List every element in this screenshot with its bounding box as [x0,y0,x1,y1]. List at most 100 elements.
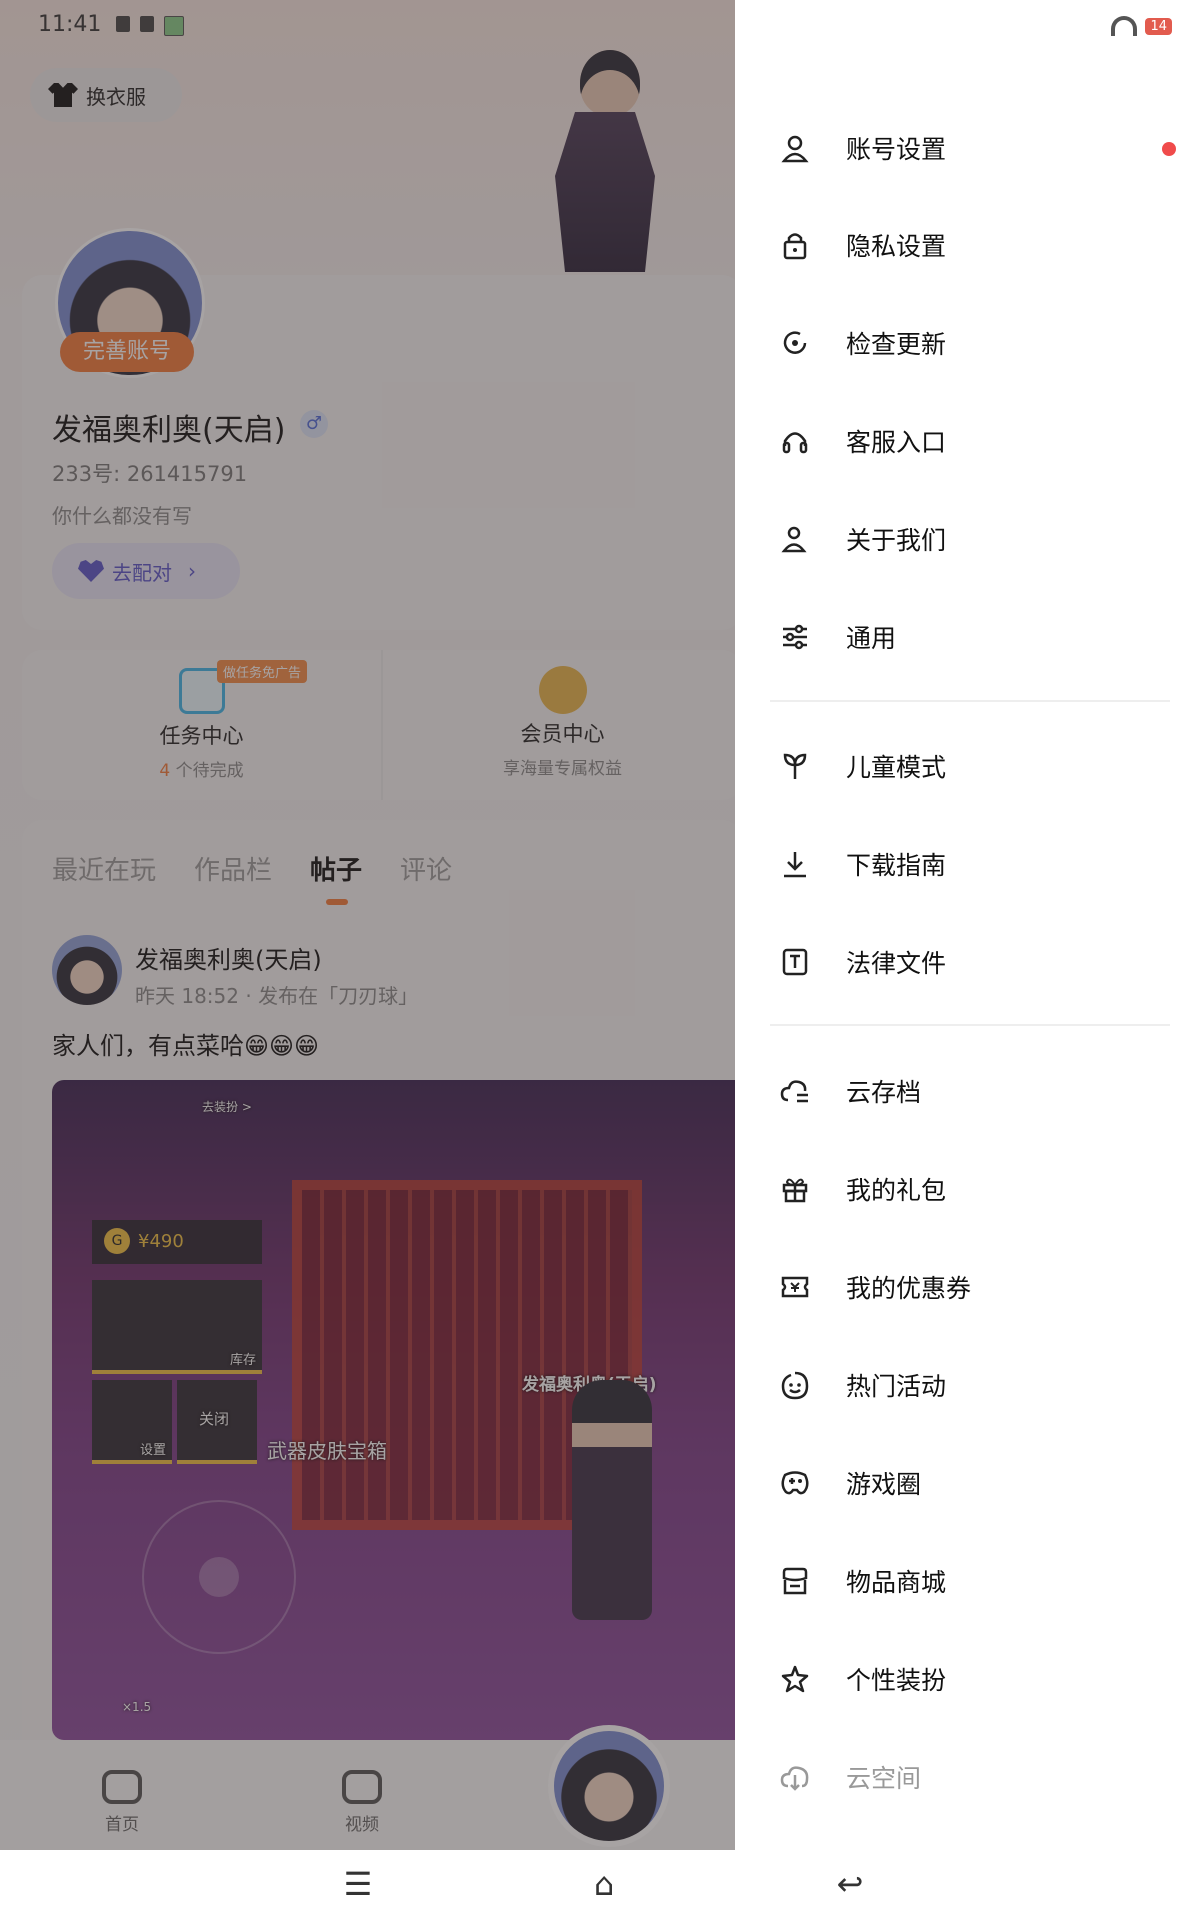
refresh-icon [780,328,810,358]
male-icon: ♂ [300,410,328,438]
back-icon[interactable]: ↩ [830,1866,870,1902]
chat-icon [140,16,154,32]
menu-account-settings[interactable]: 账号设置 [780,118,1180,178]
menu-check-update[interactable]: 检查更新 [780,313,1180,373]
document-t-icon [780,947,810,977]
menu-privacy-settings[interactable]: 隐私设置 [780,215,1180,275]
username: 发福奥利奥(天启) [52,413,286,448]
menu-item-store[interactable]: 物品商城 [780,1551,1180,1611]
tasks-card: 做任务免广告 任务中心 4 个待完成 会员中心 享海量专属权益 [22,650,735,800]
menu-my-gifts[interactable]: 我的礼包 [780,1159,1180,1219]
status-time: 11:41 [38,12,102,37]
menu-cloud-space[interactable]: 云空间 [780,1747,1180,1807]
notification-dot [1162,142,1176,156]
weapon-box-label: 武器皮肤宝箱 [267,1439,387,1463]
game-circle-icon [780,1468,810,1498]
coin-counter: ¥490 [92,1220,262,1264]
user-id: 233号: 261415791 [52,462,248,486]
post-username[interactable]: 发福奥利奥(天启) [135,940,322,975]
person-info-icon [780,524,810,554]
menu-label: 热门活动 [846,1372,947,1401]
menu-label: 物品商城 [846,1568,947,1597]
battery-icon: 14 [1145,17,1172,35]
menu-game-circle[interactable]: 游戏圈 [780,1453,1180,1513]
nav-home[interactable]: 首页 [82,1770,162,1835]
menu-label: 个性装扮 [846,1666,947,1695]
post-time: 昨天 18:52 · 发布在「刀刃球」 [135,984,419,1008]
menu-label: 通用 [846,624,897,653]
post-image[interactable]: ¥490 库存 设置 关闭 武器皮肤宝箱 发福奥利奥(天启) 去装扮 > ×1.… [52,1080,735,1740]
settings-drawer: 14 账号设置 隐私设置 检查更新 客服入口 关于我们 通用 儿童模式 下载指南… [735,0,1200,1850]
menu-label: 下载指南 [846,851,947,880]
menu-label: 账号设置 [846,135,947,164]
avatar-character[interactable] [555,50,665,275]
shirt-icon [48,83,78,107]
menu-label: 儿童模式 [846,753,947,782]
nav-video-label: 视频 [345,1815,379,1835]
menu-my-coupons[interactable]: 我的优惠券 [780,1257,1180,1317]
smile-icon [780,1370,810,1400]
task-center-title: 任务中心 [159,724,244,748]
joystick [142,1500,296,1654]
menu-general[interactable]: 通用 [780,607,1180,667]
divider [770,700,1170,702]
dress-up-label: 去装扮 > [202,1100,252,1114]
menu-label: 游戏圈 [846,1470,922,1499]
content-tabs: 最近在玩 作品栏 帖子 评论 [52,850,452,905]
member-center[interactable]: 会员中心 享海量专属权益 [383,650,735,800]
change-costume-label: 换衣服 [86,84,146,109]
divider [770,1024,1170,1026]
gamepad-icon [102,1770,142,1804]
coupon-icon [780,1272,810,1302]
tab-posts[interactable]: 帖子 [310,850,362,905]
menu-legal-documents[interactable]: 法律文件 [780,932,1180,992]
tab-recent[interactable]: 最近在玩 [52,850,156,887]
menu-hot-events[interactable]: 热门活动 [780,1355,1180,1415]
menu-icon[interactable]: ☰ [338,1866,378,1902]
nav-profile-avatar[interactable] [548,1725,670,1847]
menu-label: 云空间 [846,1764,922,1793]
change-costume-button[interactable]: 换衣服 [30,68,182,122]
menu-label: 我的优惠券 [846,1274,972,1303]
heart-icon [78,560,104,582]
complete-account-badge[interactable]: 完善账号 [60,332,194,372]
headset-icon [780,426,810,456]
system-navigation-bar: ☰ ⌂ ↩ [0,1850,1200,1920]
member-center-title: 会员中心 [520,722,605,746]
menu-cloud-save[interactable]: 云存档 [780,1061,1180,1121]
tab-works[interactable]: 作品栏 [194,850,272,887]
sprout-icon [780,751,810,781]
cloud-save-icon [780,1076,810,1106]
tab-comments[interactable]: 评论 [400,850,452,887]
menu-label: 客服入口 [846,428,947,457]
status-notification-icons [116,16,184,36]
video-icon [342,1770,382,1804]
profile-page: 11:41 换衣服 完善账号 发福奥利奥(天启) ♂ 233号: 2614157… [0,0,735,1850]
chevron-right-icon: › [188,559,196,583]
post-text: 家人们，有点菜哈😁😁😁 [52,1032,320,1060]
post-avatar[interactable] [52,935,122,1005]
menu-label: 法律文件 [846,949,947,978]
menu-about-us[interactable]: 关于我们 [780,509,1180,569]
home-icon[interactable]: ⌂ [584,1866,624,1902]
menu-customer-service[interactable]: 客服入口 [780,411,1180,471]
store-icon [780,1566,810,1596]
notification-icon [116,16,130,32]
weapon-panel: 库存 [92,1280,262,1374]
menu-download-guide[interactable]: 下载指南 [780,834,1180,894]
multiplier-label: ×1.5 [122,1700,152,1714]
match-button[interactable]: 去配对 › [52,543,240,599]
menu-label: 关于我们 [846,526,947,555]
settings-gear-icon: 设置 [92,1380,172,1464]
match-label: 去配对 [112,560,172,585]
menu-personal-dressup[interactable]: 个性装扮 [780,1649,1180,1709]
nav-video[interactable]: 视频 [322,1770,402,1835]
menu-kids-mode[interactable]: 儿童模式 [780,736,1180,796]
lock-icon [780,230,810,260]
task-center-sub: 4 个待完成 [159,761,244,781]
task-center[interactable]: 做任务免广告 任务中心 4 个待完成 [22,650,383,800]
menu-label: 检查更新 [846,330,947,359]
star-dress-icon [780,1664,810,1694]
game-character [572,1380,652,1620]
cloud-space-icon [780,1762,810,1792]
